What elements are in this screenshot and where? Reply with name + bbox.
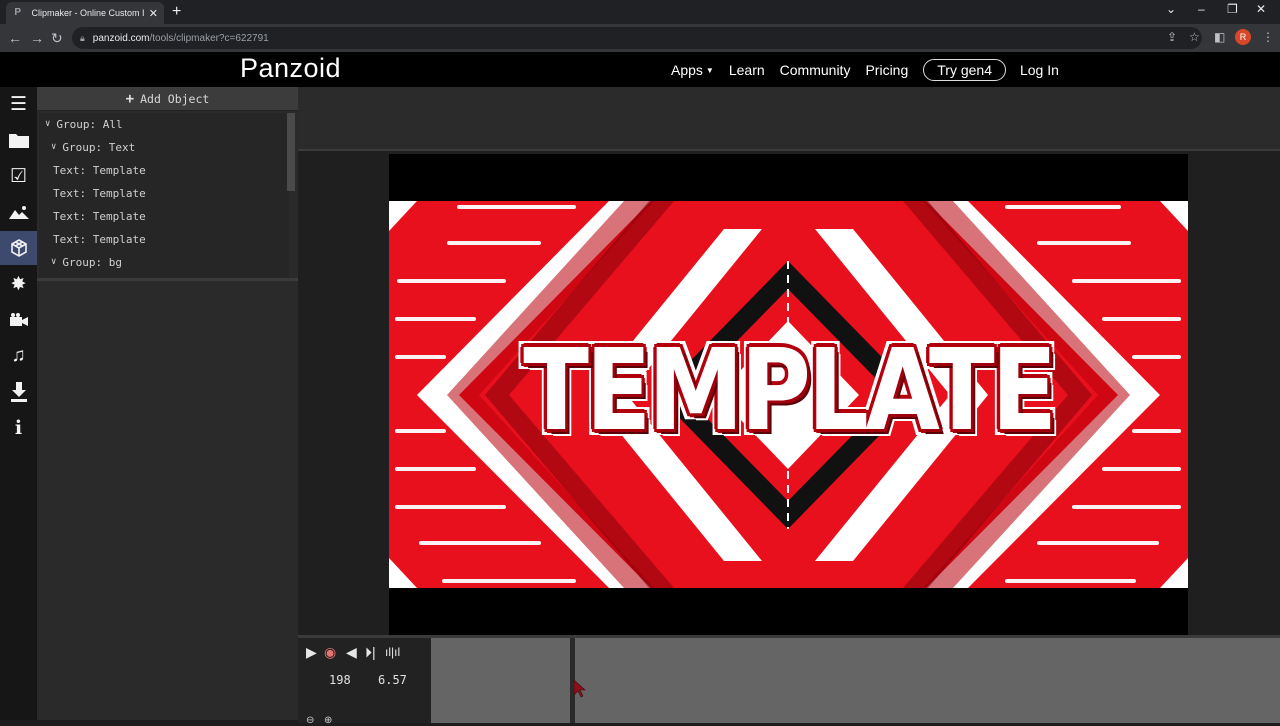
workspace-toolbar-area [298,87,1280,151]
zoom-in-icon[interactable]: ⊕ [324,715,332,726]
tree-group-all[interactable]: ∨ Group: All [45,113,123,135]
chevron-down-icon: ▼ [705,65,714,75]
eye-icon[interactable]: ◉ [324,644,336,660]
share-icon[interactable]: ⇪ [1167,30,1177,44]
nav-apps-label: Apps [671,62,703,78]
preview-scene: TEMPLATE [389,201,1188,588]
tree-label: Text: Template [53,232,146,246]
restore-icon[interactable]: ❐ [1227,2,1238,16]
site-nav: Apps ▼ Learn Community Pricing Try gen4 … [671,59,1074,81]
frame-counter: 198 [329,673,351,687]
browser-tab-bar: P Clipmaker - Online Custom Intro ✕ + ⌄ … [0,0,1280,24]
browser-toolbar: ← → ↻ 🔒︎ panzoid.com/tools/clipmaker?c=6… [0,24,1280,52]
url-host: panzoid.com [92,32,150,44]
nav-learn[interactable]: Learn [729,62,765,78]
panel-divider[interactable] [37,278,298,281]
folder-icon[interactable] [0,123,37,157]
back-icon[interactable]: ← [8,29,22,47]
reload-icon[interactable]: ↻ [51,29,63,47]
timeline-track[interactable] [431,638,1280,723]
tree-label: Group: bg [62,255,123,269]
step-forward-icon[interactable]: ⏵| [365,644,376,660]
address-bar[interactable]: 🔒︎ panzoid.com/tools/clipmaker?c=622791 [72,27,1202,49]
tree-item-text[interactable]: Text: Template [53,159,146,181]
tree-scrollbar[interactable] [287,113,295,191]
tab-title: Clipmaker - Online Custom Intro [31,8,145,18]
tree-item-text[interactable]: Text: Template [53,182,146,204]
mouse-cursor-icon [574,680,586,698]
nav-community[interactable]: Community [780,62,851,78]
tab-search-icon[interactable]: ⌄ [1166,2,1176,16]
panzoid-favicon-icon: P [14,7,22,18]
camera-icon[interactable] [0,303,37,337]
close-tab-icon[interactable]: ✕ [149,7,158,20]
minimize-icon[interactable]: – [1198,2,1205,16]
chevron-down-icon[interactable]: ∨ [45,119,50,129]
music-icon[interactable]: ♫ [0,339,37,373]
play-icon[interactable]: ▶ [306,644,317,660]
preview-canvas[interactable]: TEMPLATE [389,154,1188,635]
info-icon[interactable]: i [0,411,37,445]
forward-icon[interactable]: → [30,29,44,47]
side-panel-icon[interactable]: ◧ [1214,30,1225,44]
site-header: Panzoid Apps ▼ Learn Community Pricing T… [0,52,1280,87]
time-counter: 6.57 [378,673,407,687]
chevron-down-icon[interactable]: ∨ [51,257,56,267]
bookmark-star-icon[interactable]: ☆ [1189,30,1200,44]
3d-cube-icon[interactable] [0,231,37,265]
nav-login[interactable]: Log In [1020,62,1059,78]
zoom-out-icon[interactable]: ⊖ [306,715,314,726]
timeline-controls: ▶ ◉ ◀ ⏵| ıl|ıl 198 6.57 ⊖ ⊕ [298,638,431,726]
nav-apps[interactable]: Apps ▼ [671,62,714,78]
tree-group-text[interactable]: ∨ Group: Text [51,136,135,158]
object-panel: + Add Object ∨ Group: All ∨ Group: Text Te… [37,87,298,720]
add-object-label: Add Object [140,91,210,106]
add-object-button[interactable]: + Add Object [37,87,298,111]
profile-avatar[interactable]: R [1235,29,1251,45]
tree-item-text[interactable]: Text: Template [53,205,146,227]
new-tab-icon[interactable]: + [172,3,181,21]
panzoid-logo[interactable]: Panzoid [240,53,341,84]
plus-icon: + [125,90,135,107]
workspace: TEMPLATE [298,87,1280,635]
tree-label: Text: Template [53,186,146,200]
tree-label: Group: All [56,117,123,131]
tree-label: Text: Template [53,209,146,223]
timeline: ▶ ◉ ◀ ⏵| ıl|ıl 198 6.57 ⊖ ⊕ [298,635,1280,726]
tree-label: Text: Template [53,163,146,177]
image-icon[interactable] [0,195,37,229]
template-title-text[interactable]: TEMPLATE [445,321,1132,461]
download-icon[interactable] [0,375,37,409]
tree-label: Group: Text [62,140,136,154]
chevron-down-icon[interactable]: ∨ [51,142,56,152]
menu-icon[interactable]: ☰ [0,87,37,121]
browser-tab[interactable]: P Clipmaker - Online Custom Intro ✕ [6,2,164,24]
checkbox-icon[interactable]: ☑ [0,159,37,193]
url-path: /tools/clipmaker?c=622791 [149,32,269,44]
object-tree: ∨ Group: All ∨ Group: Text Text: Template … [39,113,289,278]
try-gen4-button[interactable]: Try gen4 [923,59,1006,81]
editor-icon-bar: ☰ ☑ ✸ ♫ i [0,87,37,720]
nav-pricing[interactable]: Pricing [865,62,908,78]
browser-menu-icon[interactable]: ⋮ [1262,30,1274,44]
tree-item-text[interactable]: Text: Template [53,228,146,250]
burst-icon[interactable]: ✸ [0,267,37,301]
waveform-icon[interactable]: ıl|ıl [385,644,400,660]
volume-icon[interactable]: ◀ [346,644,357,660]
tree-group-bg[interactable]: ∨ Group: bg [51,251,122,273]
close-window-icon[interactable]: ✕ [1256,2,1266,16]
lock-icon: 🔒︎ [80,32,85,43]
